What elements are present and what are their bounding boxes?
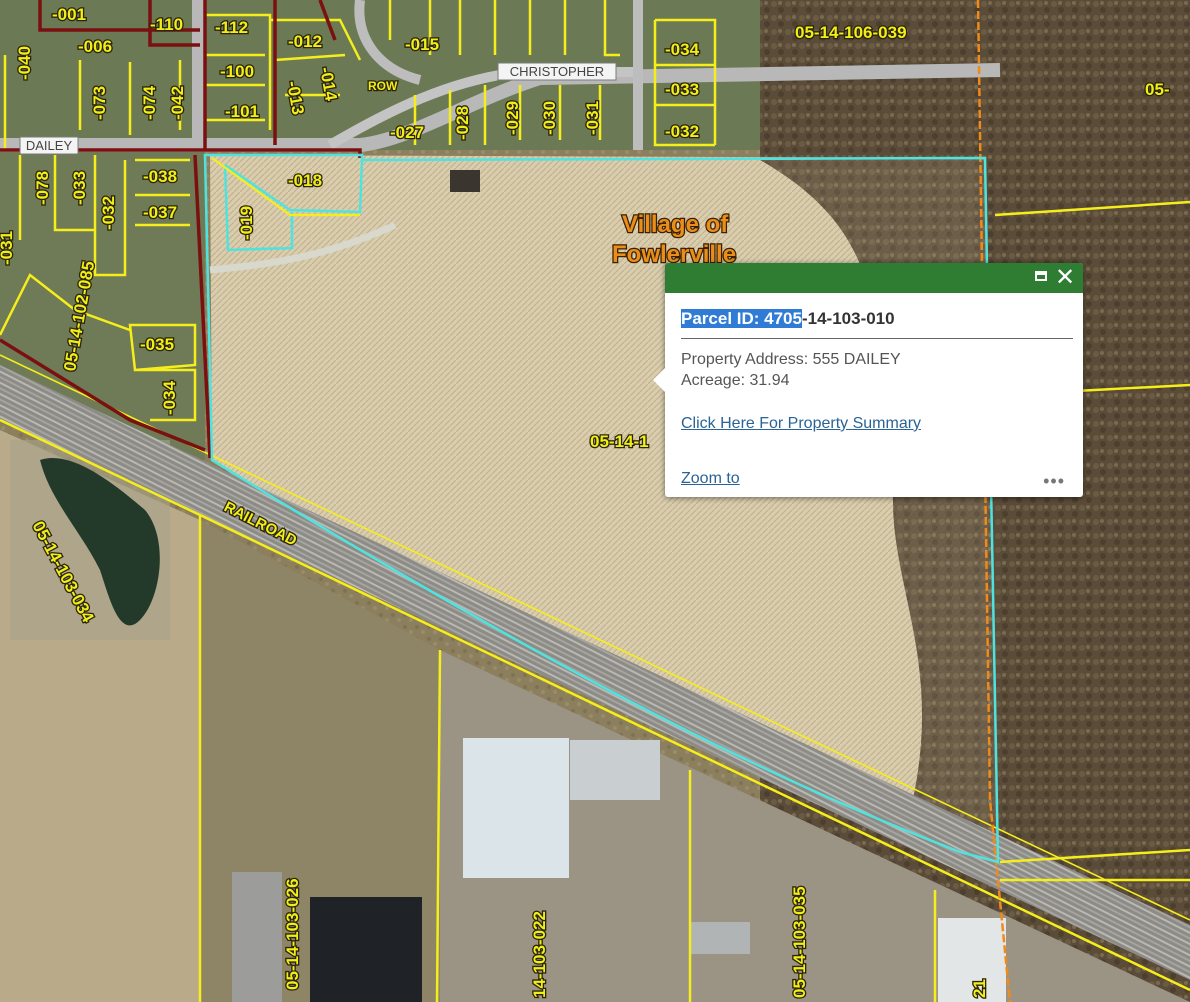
svg-text:-030: -030 <box>540 101 559 135</box>
svg-text:-078: -078 <box>33 171 52 205</box>
street-label-row: ROW <box>368 79 398 93</box>
svg-text:-027: -027 <box>390 123 424 142</box>
svg-text:-101: -101 <box>225 102 259 121</box>
svg-text:CHRISTOPHER: CHRISTOPHER <box>510 64 604 79</box>
svg-text:-019: -019 <box>237 206 256 240</box>
village-label-line1: Village of <box>622 211 729 238</box>
more-options-icon[interactable]: ••• <box>1043 471 1065 492</box>
popup-title: Parcel ID: 4705-14-103-010 <box>681 309 895 329</box>
svg-text:05-14-103-026: 05-14-103-026 <box>283 878 302 990</box>
svg-text:-074: -074 <box>140 85 159 120</box>
svg-text:-001: -001 <box>52 5 86 24</box>
popup-title-highlight: Parcel ID: 4705 <box>681 309 802 328</box>
property-summary-link[interactable]: Click Here For Property Summary <box>681 415 921 433</box>
building-small <box>690 922 750 954</box>
close-icon[interactable]: ✕ <box>1055 265 1075 289</box>
svg-text:-112: -112 <box>215 18 248 37</box>
svg-text:-006: -006 <box>78 37 112 56</box>
svg-text:-037: -037 <box>143 203 177 222</box>
svg-text:-029: -029 <box>503 101 522 135</box>
svg-text:-038: -038 <box>143 167 177 186</box>
svg-text:-100: -100 <box>220 62 254 81</box>
svg-text:DAILEY: DAILEY <box>26 138 73 153</box>
building-gray <box>232 872 282 1002</box>
svg-text:-073: -073 <box>90 86 109 120</box>
popup-title-rest: -14-103-010 <box>801 309 895 328</box>
svg-text:-018: -018 <box>288 171 322 190</box>
svg-text:-034: -034 <box>160 380 179 415</box>
svg-text:-033: -033 <box>665 80 699 99</box>
building-dark <box>310 897 422 1002</box>
svg-text:05-14-106-039: 05-14-106-039 <box>795 23 907 42</box>
maximize-icon[interactable] <box>1035 271 1047 281</box>
parcel-info-popup: ✕ Parcel ID: 4705-14-103-010 Property Ad… <box>653 263 1083 497</box>
warehouse-roof-east <box>570 740 660 800</box>
property-acreage: Acreage: 31.94 <box>681 372 790 389</box>
warehouse-white <box>463 738 569 878</box>
svg-text:-015: -015 <box>405 35 439 54</box>
property-address: Property Address: 555 DAILEY <box>681 351 901 368</box>
svg-text:-031: -031 <box>583 101 602 135</box>
popup-divider <box>681 338 1073 339</box>
svg-text:-028: -028 <box>453 106 472 140</box>
svg-text:05-14-1: 05-14-1 <box>590 432 649 451</box>
svg-text:21: 21 <box>970 979 989 998</box>
svg-text:-031: -031 <box>0 231 16 265</box>
popup-pointer <box>653 367 666 393</box>
svg-text:-034: -034 <box>665 40 700 59</box>
svg-text:-040: -040 <box>15 46 34 80</box>
svg-text:-033: -033 <box>70 171 89 205</box>
house-dark <box>450 170 480 192</box>
svg-text:-110: -110 <box>150 15 183 34</box>
popup-header: ✕ <box>665 263 1083 293</box>
zoom-to-link[interactable]: Zoom to <box>681 470 740 488</box>
svg-text:05-14-103-035: 05-14-103-035 <box>790 886 809 998</box>
street-label-christopher: CHRISTOPHER <box>497 62 617 81</box>
svg-text:-032: -032 <box>665 122 699 141</box>
svg-text:-012: -012 <box>288 32 322 51</box>
street-label-dailey: DAILEY <box>19 136 79 155</box>
svg-text:14-103-022: 14-103-022 <box>530 911 549 998</box>
svg-text:-035: -035 <box>140 335 174 354</box>
svg-text:05-: 05- <box>1145 80 1170 99</box>
aerial-parcel-map[interactable]: CHRISTOPHER DAILEY ROW RAILROAD Village … <box>0 0 1190 1002</box>
svg-text:-042: -042 <box>168 86 187 120</box>
svg-text:-032: -032 <box>99 196 118 230</box>
